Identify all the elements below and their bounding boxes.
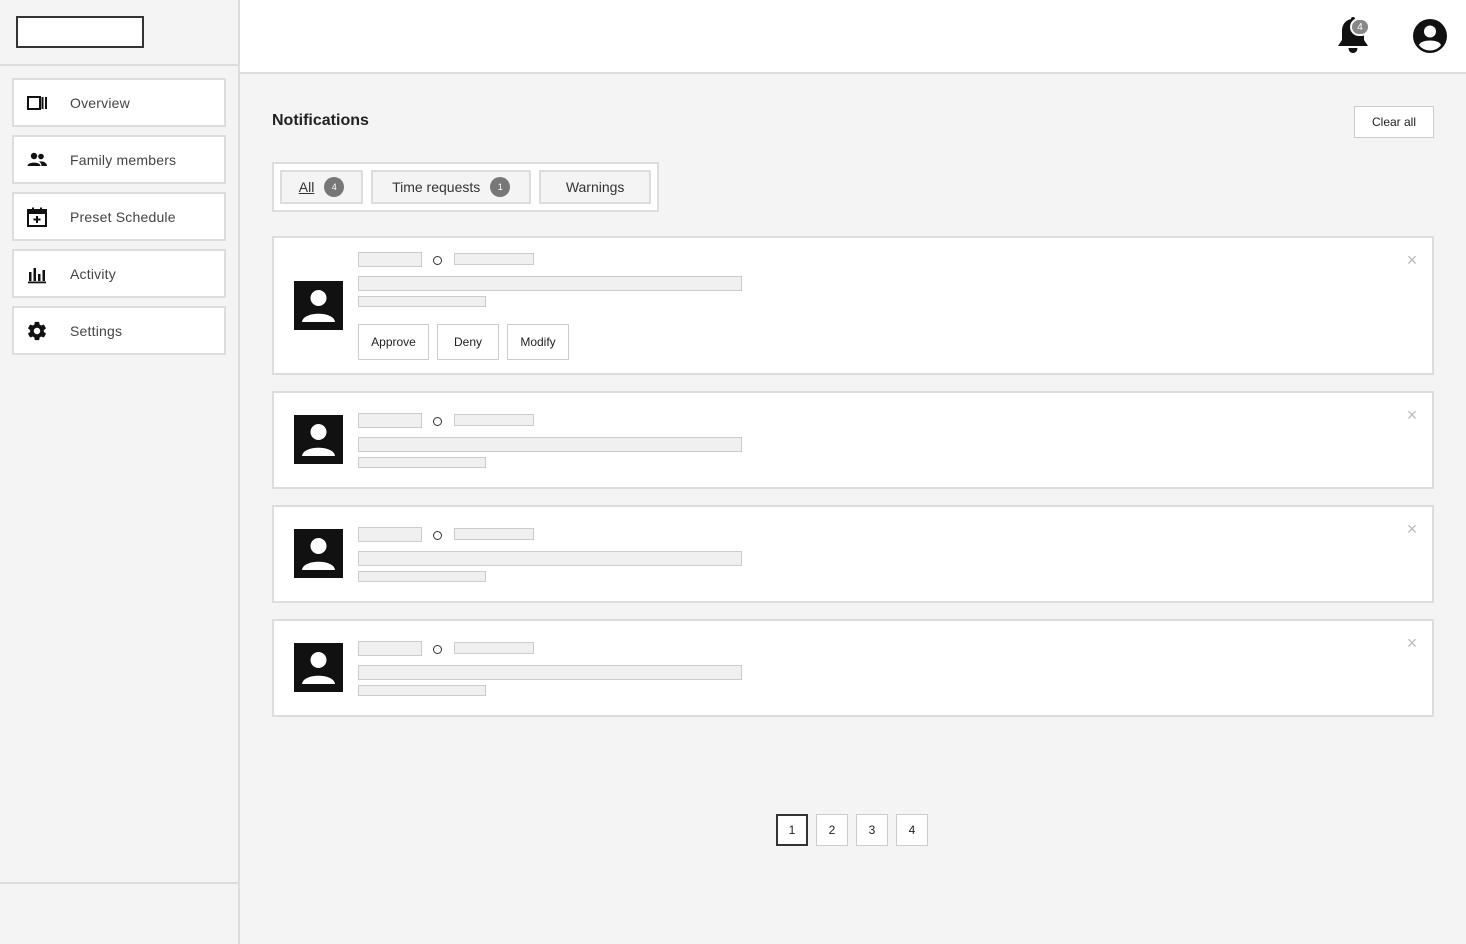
person-icon [294,415,343,464]
pagination: 1 2 3 4 [776,814,928,846]
dismiss-notification-button[interactable]: × [1402,250,1422,270]
detail-placeholder [358,457,486,468]
people-icon [26,149,48,171]
notification-card: × [272,619,1434,717]
tab-count-badge: 1 [490,177,511,197]
gear-icon [26,320,48,342]
user-account-button[interactable] [1412,18,1448,54]
tab-count-badge: 4 [324,177,345,197]
timestamp-placeholder [454,528,534,540]
tab-all[interactable]: All 4 [280,170,364,204]
message-placeholder [358,276,742,291]
sidebar-item-preset-schedule[interactable]: Preset Schedule [12,192,226,241]
tab-time-requests[interactable]: Time requests 1 [371,170,532,204]
clear-all-button[interactable]: Clear all [1354,106,1434,138]
modify-button[interactable]: Modify [507,324,569,360]
sidebar-item-label: Activity [70,265,116,282]
message-placeholder [358,437,742,452]
deny-button[interactable]: Deny [437,324,499,360]
overview-icon [26,92,48,114]
detail-placeholder [358,685,486,696]
timestamp-placeholder [454,642,534,654]
page-button-1[interactable]: 1 [776,814,808,846]
account-circle-icon [1413,19,1447,53]
notification-card: Approve Deny Modify × [272,236,1434,375]
notification-card: × [272,505,1434,603]
bar-chart-icon [26,263,48,285]
logo-area [0,0,238,66]
sender-name-placeholder [358,527,422,542]
sidebar-item-overview[interactable]: Overview [12,78,226,127]
sender-name-placeholder [358,641,422,656]
user-avatar [294,643,343,692]
top-header: 4 [240,0,1466,74]
notification-count-badge: 4 [1350,18,1370,36]
page-title: Notifications [272,112,369,129]
tab-label: Time requests [392,179,481,195]
notification-filter-tabs: All 4 Time requests 1 Warnings [272,162,659,212]
sidebar-item-label: Family members [70,151,177,168]
calendar-add-icon [26,206,48,228]
dismiss-notification-button[interactable]: × [1402,405,1422,425]
person-icon [294,281,343,330]
page-button-3[interactable]: 3 [856,814,888,846]
sender-name-placeholder [358,413,422,428]
sender-name-placeholder [358,252,422,267]
page-button-2[interactable]: 2 [816,814,848,846]
notification-card: × [272,391,1434,489]
request-actions: Approve Deny Modify [358,324,569,360]
sidebar-item-activity[interactable]: Activity [12,249,226,298]
timestamp-placeholder [454,414,534,426]
sidebar-nav: Overview Family members Preset Schedule … [12,78,226,363]
separator-dot [433,417,442,426]
page-button-4[interactable]: 4 [896,814,928,846]
sidebar-item-family-members[interactable]: Family members [12,135,226,184]
separator-dot [433,645,442,654]
sidebar: Overview Family members Preset Schedule … [0,0,240,944]
approve-button[interactable]: Approve [358,324,429,360]
logo-placeholder[interactable] [16,16,144,48]
sidebar-footer-divider [0,882,238,884]
tab-warnings[interactable]: Warnings [539,170,651,204]
dismiss-notification-button[interactable]: × [1402,633,1422,653]
message-placeholder [358,551,742,566]
person-icon [294,643,343,692]
user-avatar [294,281,343,330]
tab-label: All [298,179,315,195]
detail-placeholder [358,571,486,582]
tab-label: Warnings [565,179,625,195]
timestamp-placeholder [454,253,534,265]
detail-placeholder [358,296,486,307]
separator-dot [433,256,442,265]
sidebar-item-settings[interactable]: Settings [12,306,226,355]
dismiss-notification-button[interactable]: × [1402,519,1422,539]
sidebar-item-label: Settings [70,322,123,339]
person-icon [294,529,343,578]
sidebar-item-label: Preset Schedule [70,208,176,225]
sidebar-item-label: Overview [70,94,130,111]
user-avatar [294,529,343,578]
user-avatar [294,415,343,464]
message-placeholder [358,665,742,680]
separator-dot [433,531,442,540]
